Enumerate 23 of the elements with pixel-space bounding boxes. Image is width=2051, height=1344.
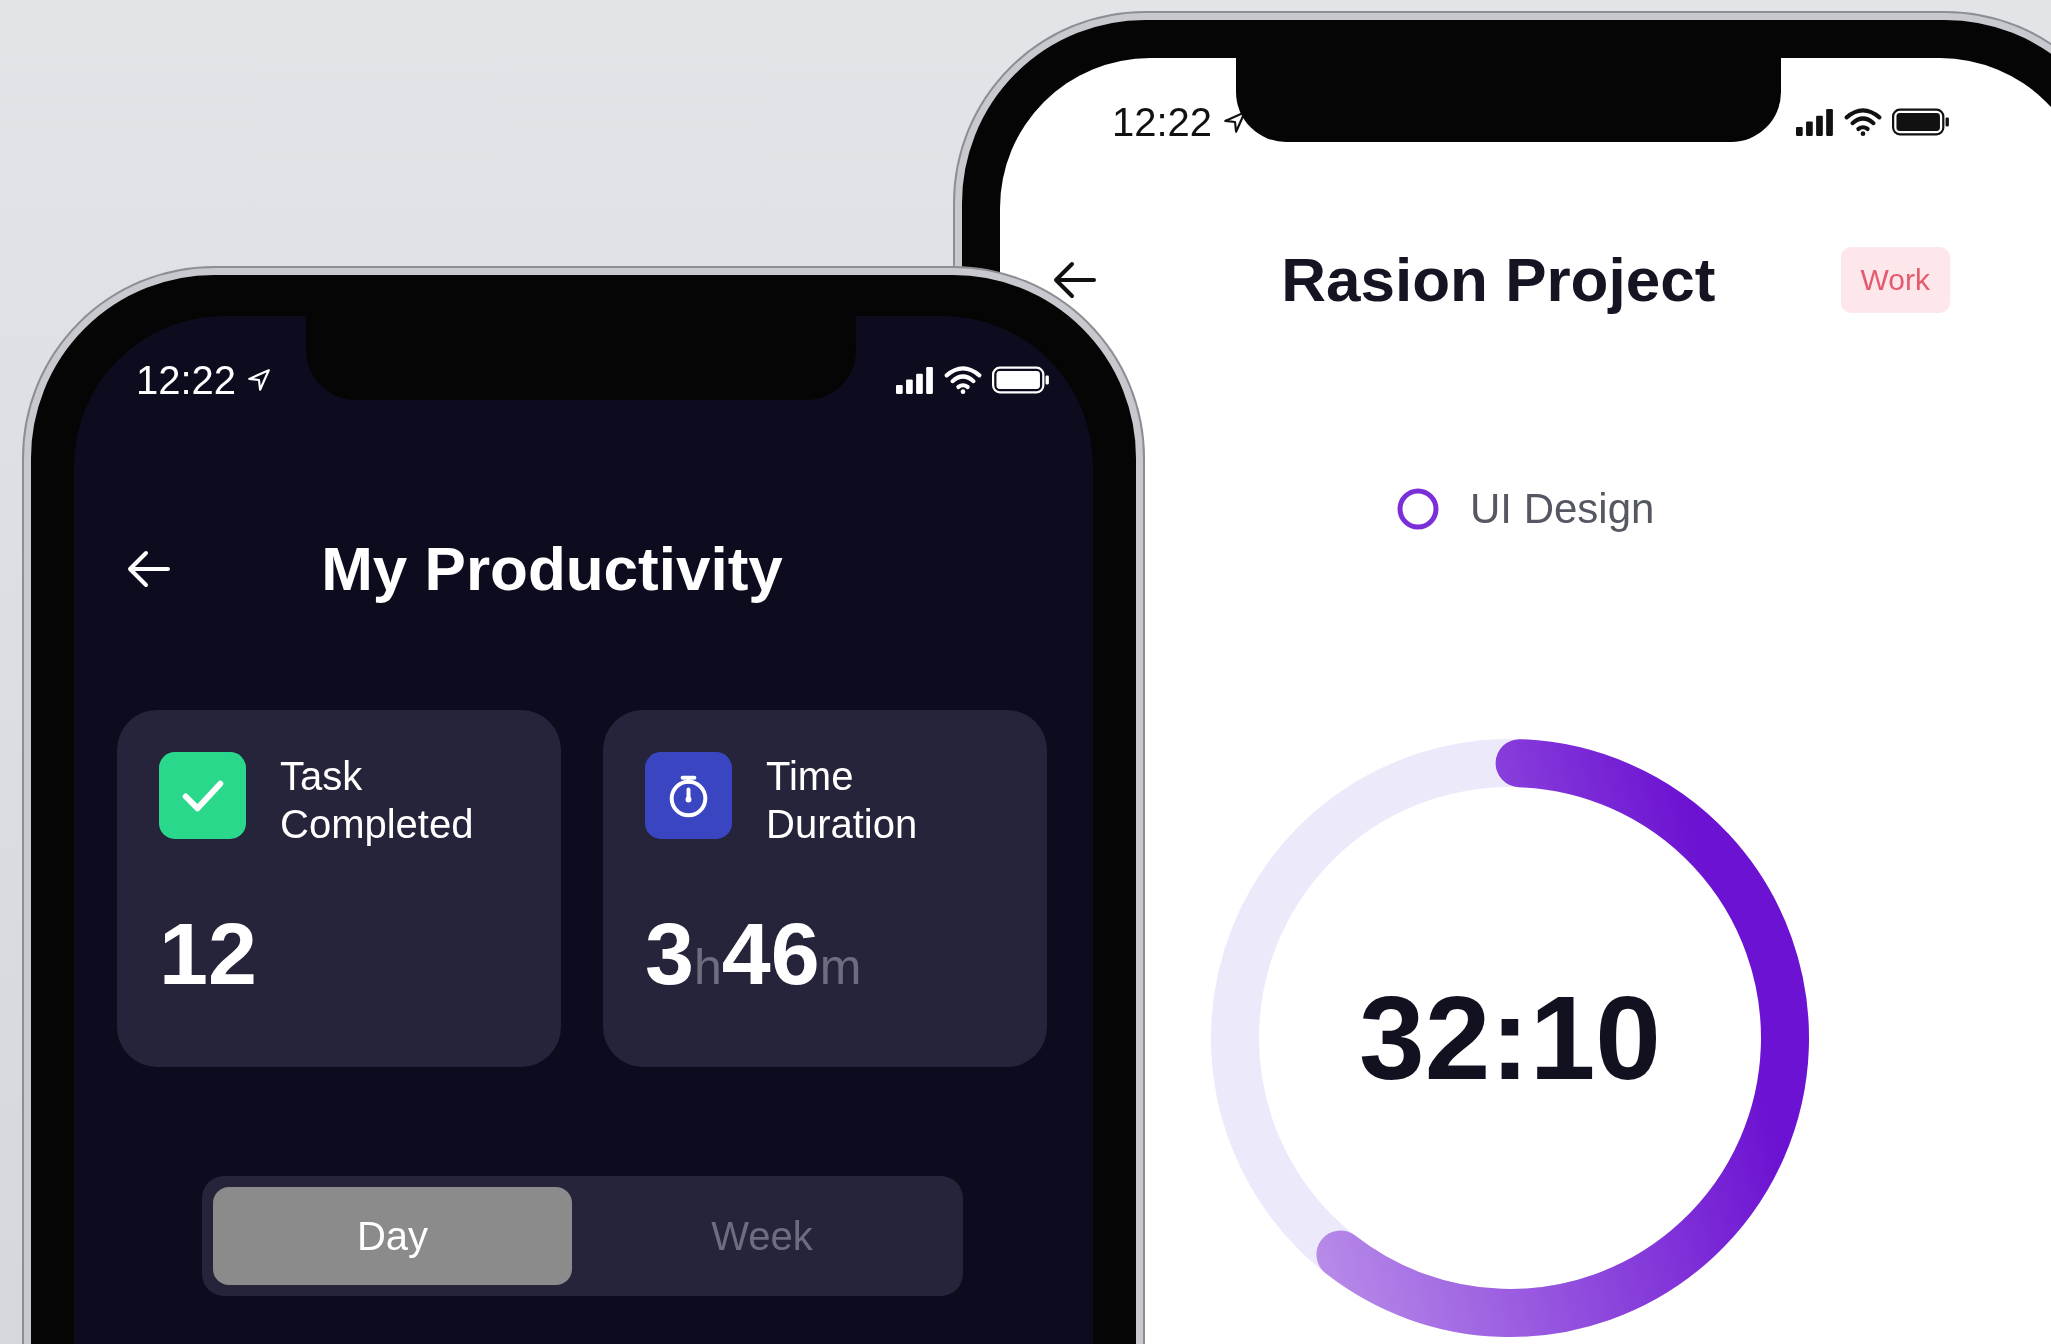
wifi-icon (1844, 108, 1882, 136)
status-time: 12:22 (1112, 99, 1213, 145)
signal-icon (896, 366, 934, 394)
period-tab[interactable]: Week (572, 1187, 952, 1285)
period-tab[interactable]: Day (213, 1187, 572, 1285)
stopwatch-icon (645, 752, 732, 839)
page-title: My Productivity (320, 533, 784, 604)
ring-icon (1396, 487, 1440, 531)
category-tag: Work (1840, 246, 1950, 313)
stat-value: 3h46m (645, 903, 863, 1005)
stat-label: Time Duration (766, 753, 919, 848)
battery-icon (1892, 108, 1950, 136)
battery-icon (992, 366, 1050, 394)
page-title: Rasion Project (1280, 244, 1717, 315)
signal-icon (1796, 108, 1834, 136)
location-arrow-icon (246, 367, 273, 393)
stat-label: Task Completed (280, 753, 475, 848)
timer-reading: 32:10 (1359, 971, 1661, 1106)
checkmark-icon (159, 752, 246, 839)
task-name: UI Design (1470, 485, 1655, 533)
wifi-icon (944, 366, 982, 394)
stat-value: 12 (159, 903, 258, 1005)
status-time: 12:22 (136, 357, 237, 403)
